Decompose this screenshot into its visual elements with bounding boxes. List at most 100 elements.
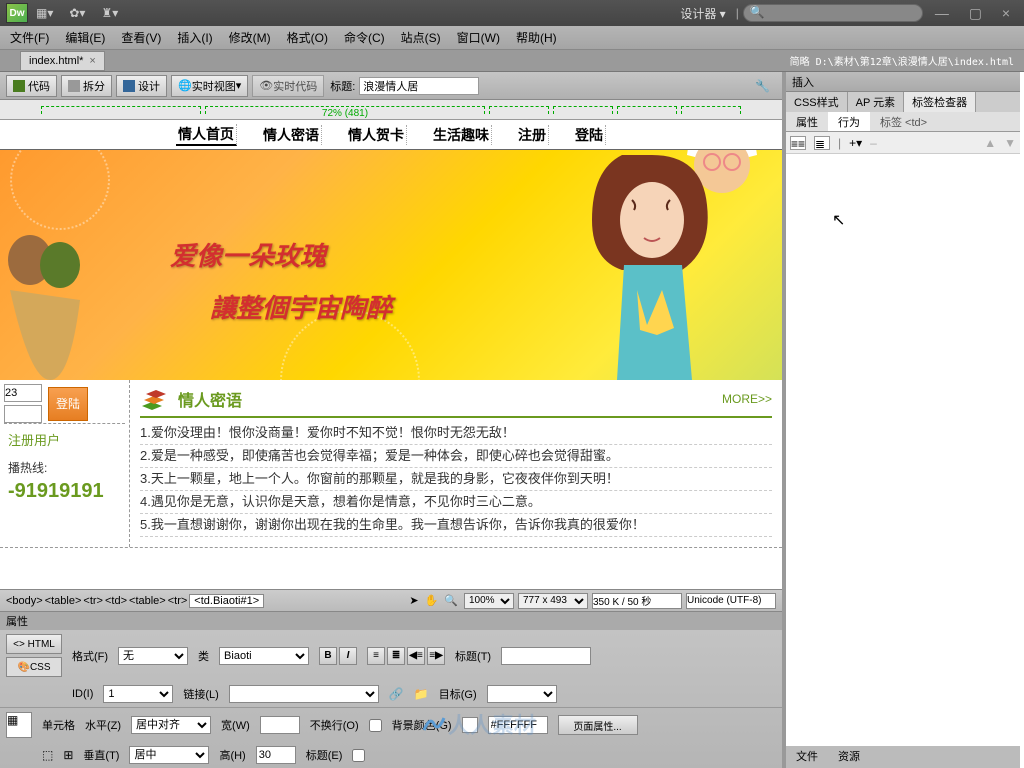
page-title-input[interactable] bbox=[359, 77, 479, 95]
behavior-detail-icon[interactable]: ≣ bbox=[814, 136, 830, 150]
window-controls[interactable]: — ▢ × bbox=[935, 5, 1018, 22]
tag-path-item[interactable]: <tr> bbox=[168, 595, 188, 607]
move-down-icon[interactable]: ▼ bbox=[1004, 136, 1016, 150]
menu-view[interactable]: 查看(V) bbox=[121, 29, 161, 46]
more-link[interactable]: MORE>> bbox=[722, 392, 772, 406]
design-view-button[interactable]: 设计 bbox=[116, 75, 167, 97]
tag-path-item[interactable]: <table> bbox=[129, 595, 166, 607]
nav-whisper[interactable]: 情人密语 bbox=[261, 125, 322, 145]
layout-icon[interactable]: ▦▾ bbox=[36, 6, 53, 20]
cell-icon[interactable]: ▦ bbox=[6, 712, 32, 738]
html-mode-button[interactable]: <> HTML bbox=[6, 634, 62, 654]
title-attr-input[interactable] bbox=[501, 647, 591, 665]
login-field-2[interactable] bbox=[4, 405, 42, 423]
link-folder-icon[interactable]: 📁 bbox=[414, 687, 429, 701]
live-view-button[interactable]: 🌐 实时视图 ▾ bbox=[171, 75, 248, 97]
format-select[interactable]: 无 bbox=[118, 647, 188, 665]
bold-button[interactable]: B bbox=[319, 647, 337, 665]
tab-assets[interactable]: 资源 bbox=[828, 746, 870, 768]
tab-files[interactable]: 文件 bbox=[786, 746, 828, 768]
tag-path-item[interactable]: <body> bbox=[6, 595, 43, 607]
css-mode-button[interactable]: 🎨 CSS bbox=[6, 657, 62, 677]
banner-text: 爱像一朵玫瑰 讓整個宇宙陶醉 bbox=[170, 230, 392, 334]
menu-file[interactable]: 文件(F) bbox=[10, 29, 49, 46]
login-field-1[interactable] bbox=[4, 384, 42, 402]
link-select[interactable] bbox=[229, 685, 379, 703]
header-checkbox[interactable] bbox=[352, 749, 365, 762]
italic-button[interactable]: I bbox=[339, 647, 357, 665]
zoom-select[interactable]: 100% bbox=[464, 593, 514, 609]
tab-behaviors[interactable]: 行为 bbox=[828, 112, 870, 131]
nav-card[interactable]: 情人贺卡 bbox=[346, 125, 407, 145]
menu-help[interactable]: 帮助(H) bbox=[516, 29, 557, 46]
list-ul-icon[interactable]: ≣ bbox=[387, 647, 405, 665]
zoom-icon[interactable]: 🔍 bbox=[444, 594, 458, 607]
tag-path-item[interactable]: <td> bbox=[105, 595, 127, 607]
menu-modify[interactable]: 修改(M) bbox=[229, 29, 271, 46]
nav-register[interactable]: 注册 bbox=[516, 125, 549, 145]
hand-icon[interactable]: ✋ bbox=[425, 594, 439, 607]
nav-life[interactable]: 生活趣味 bbox=[431, 125, 492, 145]
toolbar-extra-icon[interactable]: 🔧 bbox=[755, 79, 770, 93]
page-props-button[interactable]: 页面属性... bbox=[558, 715, 638, 735]
class-select[interactable]: Biaoti bbox=[219, 647, 309, 665]
live-code-button[interactable]: 👁 实时代码 bbox=[252, 75, 324, 97]
panel-tabs-1: CSS样式 AP 元素 标签检查器 bbox=[786, 92, 1020, 112]
id-select[interactable]: 1 bbox=[103, 685, 173, 703]
code-view-button[interactable]: 代码 bbox=[6, 75, 57, 97]
app-logo: Dw bbox=[6, 3, 28, 23]
list-item: 3.天上一颗星，地上一个人。你窗前的那颗星，就是我的身影，它夜夜伴你到天明！ bbox=[140, 468, 772, 491]
outdent-icon[interactable]: ◀≡ bbox=[407, 647, 425, 665]
properties-tab[interactable]: 属性 bbox=[0, 612, 782, 630]
menu-site[interactable]: 站点(S) bbox=[401, 29, 441, 46]
tools-icon[interactable]: ♜▾ bbox=[101, 6, 118, 20]
nowrap-checkbox[interactable] bbox=[369, 719, 382, 732]
menu-format[interactable]: 格式(O) bbox=[287, 29, 328, 46]
nav-home[interactable]: 情人首页 bbox=[176, 124, 237, 146]
list-ol-icon[interactable]: ≡ bbox=[367, 647, 385, 665]
search-input[interactable]: 🔍 bbox=[743, 4, 923, 22]
register-link[interactable]: 注册用户 bbox=[4, 423, 125, 455]
tag-path-item[interactable]: <tr> bbox=[83, 595, 103, 607]
target-select[interactable] bbox=[487, 685, 557, 703]
login-button[interactable]: 登陆 bbox=[48, 387, 88, 421]
behavior-list-icon[interactable]: ≡≡ bbox=[790, 136, 806, 150]
tag-path-item[interactable]: <table> bbox=[45, 595, 82, 607]
nav-login[interactable]: 登陆 bbox=[573, 125, 606, 145]
document-tab[interactable]: index.html* × bbox=[20, 51, 105, 71]
halign-select[interactable]: 居中对齐 bbox=[131, 716, 211, 734]
valign-select[interactable]: 居中 bbox=[129, 746, 209, 764]
size-readout bbox=[592, 593, 682, 609]
dimensions-select[interactable]: 777 x 493 bbox=[518, 593, 588, 609]
width-label: 宽(W) bbox=[221, 717, 250, 733]
insert-panel-header[interactable]: 插入 bbox=[786, 72, 1020, 92]
split-cells-icon[interactable]: ⊞ bbox=[63, 748, 73, 762]
gear-icon[interactable]: ✿▾ bbox=[69, 6, 85, 20]
add-behavior-button[interactable]: +▾ bbox=[849, 136, 862, 150]
remove-behavior-button[interactable]: – bbox=[870, 136, 877, 150]
move-up-icon[interactable]: ▲ bbox=[984, 136, 996, 150]
workspace-selector[interactable]: 设计器 ▾ bbox=[674, 5, 731, 22]
link-chain-icon[interactable]: 🔗 bbox=[389, 687, 404, 701]
menu-edit[interactable]: 编辑(E) bbox=[65, 29, 105, 46]
pointer-icon[interactable]: ➤ bbox=[409, 594, 418, 607]
tab-tag-inspector[interactable]: 标签检查器 bbox=[904, 92, 976, 112]
split-view-button[interactable]: 拆分 bbox=[61, 75, 112, 97]
behaviors-panel-body[interactable]: ↖ bbox=[786, 154, 1020, 746]
indent-icon[interactable]: ≡▶ bbox=[427, 647, 445, 665]
section-title-text: 情人密语 bbox=[178, 387, 242, 411]
menu-window[interactable]: 窗口(W) bbox=[457, 29, 500, 46]
tab-attributes[interactable]: 属性 bbox=[786, 112, 828, 131]
hotline-label: 播热线: bbox=[4, 455, 125, 480]
close-icon[interactable]: × bbox=[89, 55, 95, 67]
format-label: 格式(F) bbox=[72, 648, 108, 664]
tab-ap-elements[interactable]: AP 元素 bbox=[848, 92, 905, 112]
width-input[interactable] bbox=[260, 716, 300, 734]
tab-css-styles[interactable]: CSS样式 bbox=[786, 92, 848, 112]
height-input[interactable] bbox=[256, 746, 296, 764]
menu-insert[interactable]: 插入(I) bbox=[177, 29, 212, 46]
merge-cells-icon[interactable]: ⬚ bbox=[42, 748, 53, 762]
menu-command[interactable]: 命令(C) bbox=[344, 29, 385, 46]
design-canvas[interactable]: 情人首页 情人密语 情人贺卡 生活趣味 注册 登陆 bbox=[0, 120, 782, 589]
tag-path-item[interactable]: <td.Biaoti#1> bbox=[189, 594, 264, 608]
